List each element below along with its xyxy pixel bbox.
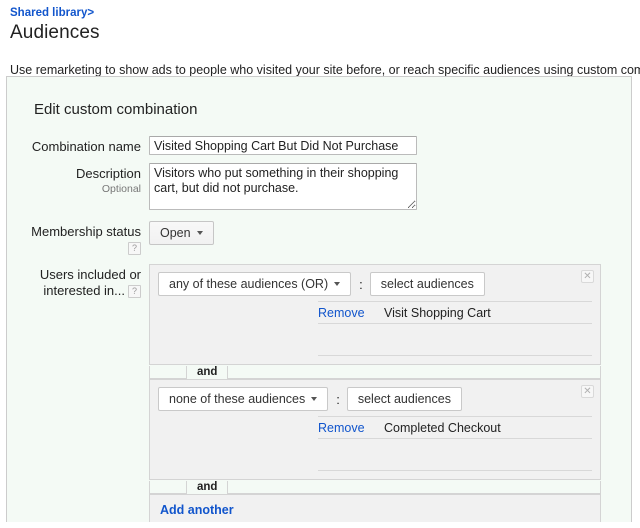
form-row-combination-name: Combination name bbox=[7, 136, 631, 155]
and-separator-row: and bbox=[149, 365, 601, 379]
description-label-text: Description bbox=[75, 166, 141, 181]
chevron-down-icon bbox=[334, 282, 341, 286]
condition-colon: : bbox=[336, 391, 340, 407]
form-row-users-included: Users included or interested in...? ✕ an… bbox=[7, 264, 631, 522]
breadcrumb-separator: > bbox=[87, 7, 95, 19]
page-header: Shared library> Audiences bbox=[0, 0, 640, 45]
and-label: and bbox=[197, 480, 218, 493]
condition-operator-value: none of these audiences bbox=[169, 392, 306, 406]
condition-header: none of these audiences : select audienc… bbox=[158, 387, 592, 411]
combination-name-input[interactable] bbox=[149, 136, 417, 155]
membership-status-field-wrap: Open bbox=[149, 221, 631, 245]
audience-list: Remove Completed Checkout bbox=[318, 416, 592, 471]
audience-name: Visit Shopping Cart bbox=[384, 305, 491, 320]
breadcrumb: Shared library> bbox=[10, 6, 630, 20]
select-audiences-button[interactable]: select audiences bbox=[369, 272, 485, 296]
add-another-link[interactable]: Add another bbox=[160, 503, 234, 517]
condition-header: any of these audiences (OR) : select aud… bbox=[158, 272, 592, 296]
close-icon[interactable]: ✕ bbox=[581, 270, 594, 283]
users-included-label-line1: Users included or bbox=[39, 267, 141, 282]
and-stub-right bbox=[227, 480, 601, 494]
remove-audience-link[interactable]: Remove bbox=[318, 421, 384, 435]
condition-colon: : bbox=[359, 276, 363, 292]
and-label: and bbox=[197, 365, 218, 378]
users-included-label-line2: interested in... bbox=[43, 283, 125, 298]
custom-combination-form: Combination name Description Optional Me… bbox=[7, 119, 631, 522]
help-icon[interactable]: ? bbox=[128, 285, 141, 298]
condition-operator-value: any of these audiences (OR) bbox=[169, 277, 329, 291]
chevron-down-icon bbox=[196, 231, 203, 235]
card-title: Edit custom combination bbox=[34, 101, 198, 118]
audience-name: Completed Checkout bbox=[384, 420, 501, 435]
audience-row: Remove Visit Shopping Cart bbox=[318, 302, 592, 324]
help-icon[interactable]: ? bbox=[128, 242, 141, 255]
membership-status-value: Open bbox=[160, 226, 191, 240]
condition-block: ✕ none of these audiences : select audie… bbox=[149, 379, 601, 480]
audience-list-filler bbox=[318, 439, 592, 471]
audience-row: Remove Completed Checkout bbox=[318, 417, 592, 439]
chevron-down-icon bbox=[311, 397, 318, 401]
condition-operator-dropdown[interactable]: none of these audiences bbox=[158, 387, 329, 411]
edit-custom-combination-card: Edit custom combination Combination name… bbox=[6, 76, 632, 522]
description-field-wrap bbox=[149, 163, 631, 213]
condition-operator-dropdown[interactable]: any of these audiences (OR) bbox=[158, 272, 352, 296]
intro-sentence: Use remarketing to show ads to people wh… bbox=[10, 63, 640, 77]
audience-list-filler bbox=[318, 324, 592, 356]
description-label: Description Optional bbox=[7, 163, 149, 195]
form-row-description: Description Optional bbox=[7, 163, 631, 213]
audience-condition-builder: ✕ any of these audiences (OR) : select a… bbox=[149, 264, 631, 522]
users-included-label: Users included or interested in...? bbox=[7, 264, 149, 299]
description-optional-text: Optional bbox=[101, 183, 141, 195]
combination-name-field-wrap bbox=[149, 136, 631, 155]
remove-audience-link[interactable]: Remove bbox=[318, 306, 384, 320]
membership-status-dropdown[interactable]: Open bbox=[149, 221, 214, 245]
close-icon[interactable]: ✕ bbox=[581, 385, 594, 398]
and-stub-right bbox=[227, 365, 601, 379]
and-separator-row: and bbox=[149, 480, 601, 494]
add-another-block: Add another bbox=[149, 494, 601, 522]
and-stub-left bbox=[149, 480, 187, 494]
page-title: Audiences bbox=[10, 22, 100, 43]
membership-status-label: Membership status ? bbox=[7, 221, 149, 256]
audience-list: Remove Visit Shopping Cart bbox=[318, 301, 592, 356]
form-row-membership-status: Membership status ? Open bbox=[7, 221, 631, 256]
membership-status-label-text: Membership status bbox=[31, 224, 141, 239]
breadcrumb-link-shared-library[interactable]: Shared library bbox=[10, 7, 87, 19]
combination-name-label: Combination name bbox=[31, 139, 141, 154]
and-stub-left bbox=[149, 365, 187, 379]
description-textarea[interactable] bbox=[149, 163, 417, 210]
condition-block: ✕ any of these audiences (OR) : select a… bbox=[149, 264, 601, 365]
select-audiences-button[interactable]: select audiences bbox=[346, 387, 462, 411]
